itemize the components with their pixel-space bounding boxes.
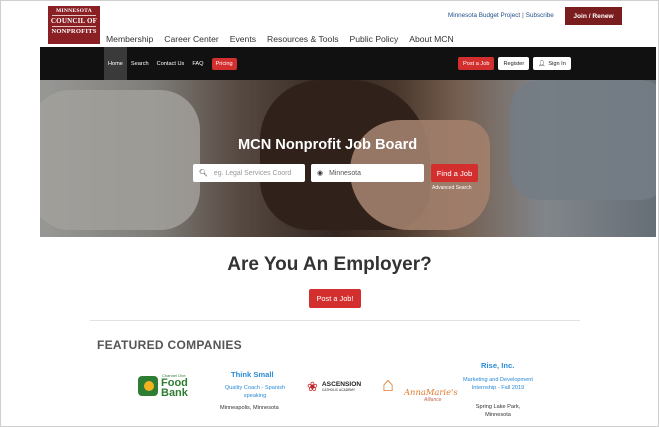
logo-rule [52,26,96,28]
ascension-sub: CATHOLIC ACADEMY [321,388,356,392]
sign-in-button[interactable]: 👤︎ Sign In [533,57,571,70]
post-a-job-button[interactable]: Post a Job [458,57,495,70]
top-links: Minnesota Budget Project | Subscribe [448,12,554,19]
rise-inc-name[interactable]: Rise, Inc. [481,361,514,370]
hero-shade [40,80,656,237]
subnav-pricing[interactable]: Pricing [211,57,237,70]
subscribe-link[interactable]: Subscribe [526,12,554,19]
budget-project-link[interactable]: Minnesota Budget Project [448,12,520,19]
employer-heading: Are You An Employer? [227,254,432,275]
food-bank-logo[interactable]: Channel One Food Bank [138,373,190,401]
main-nav: Membership Career Center Events Resource… [106,34,454,44]
job-board-nav: Home Search Contact Us FAQ Pricing [104,47,237,80]
subnav-contact-us[interactable]: Contact Us [153,47,189,80]
nav-career-center[interactable]: Career Center [164,34,218,44]
hero-title: MCN Nonprofit Job Board [238,137,418,153]
location-input[interactable]: ◉ Minnesota [311,164,424,182]
hero-handshake-image [40,80,656,237]
subnav-home[interactable]: Home [104,47,127,80]
food-bank-line-3: Bank [161,387,188,399]
section-divider [90,320,580,321]
find-a-job-button[interactable]: Find a Job [431,164,478,182]
annamarie-sub: Alliance [424,397,442,403]
location-value: Minnesota [329,169,361,177]
advanced-search-link[interactable]: Advanced Search [432,185,471,191]
think-small-job-link[interactable]: Quality Coach - Spanish speaking [220,385,290,401]
ascension-wordmark: ASCENSION CATHOLIC ACADEMY [322,381,361,392]
logo-line-3: NONPROFITS [51,28,97,36]
featured-companies-heading: FEATURED COMPANIES [97,338,242,352]
keyword-placeholder: eg. Legal Services Coord [213,169,292,177]
nav-membership[interactable]: Membership [106,34,153,44]
link-separator: | [522,12,524,19]
house-icon: ⌂ [382,374,395,396]
logo-line-2: COUNCIL OF [50,17,98,26]
logo-line-1: MINNESOTA [56,8,92,14]
register-button[interactable]: Register [498,57,530,70]
subnav-faq[interactable]: FAQ [188,47,207,80]
user-icon: 👤︎ [538,60,546,67]
search-icon: 🔍︎ [199,170,208,177]
account-actions: Post a Job Register 👤︎ Sign In [458,57,571,70]
annamarie-name: AnnaMarie's [404,387,458,397]
food-bank-mark [138,376,158,396]
nav-resources-tools[interactable]: Resources & Tools [267,34,339,44]
ascension-logo[interactable]: ❀ ASCENSION CATHOLIC ACADEMY [307,380,361,393]
nav-public-policy[interactable]: Public Policy [350,34,399,44]
rise-inc-job-link[interactable]: Marketing and Development Internship - F… [463,377,533,393]
sign-in-label: Sign In [548,60,566,67]
ascension-name: ASCENSION [321,381,362,388]
logo-rule [52,15,96,17]
think-small-name[interactable]: Think Small [231,370,274,379]
annamarie-alliance-logo[interactable]: ⌂ AnnaMarie's Alliance [382,372,458,406]
nav-about-mcn[interactable]: About MCN [409,34,453,44]
location-pin-icon: ◉ [317,170,324,177]
think-small-location: Minneapolis, Minnesota [220,405,279,411]
nav-events[interactable]: Events [230,34,256,44]
rise-inc-location: Spring Lake Park, Minnesota [475,404,521,418]
subnav-search[interactable]: Search [127,47,153,80]
ascension-emblem-icon: ❀ [307,379,318,394]
keyword-search-input[interactable]: 🔍︎ eg. Legal Services Coord [193,164,305,182]
post-a-job-cta-button[interactable]: Post a Job! [309,289,361,308]
join-renew-button[interactable]: Join / Renew [565,7,622,25]
food-bank-name: Food Bank [161,378,188,399]
mcn-logo[interactable]: MINNESOTA COUNCIL OF NONPROFITS [48,6,100,44]
